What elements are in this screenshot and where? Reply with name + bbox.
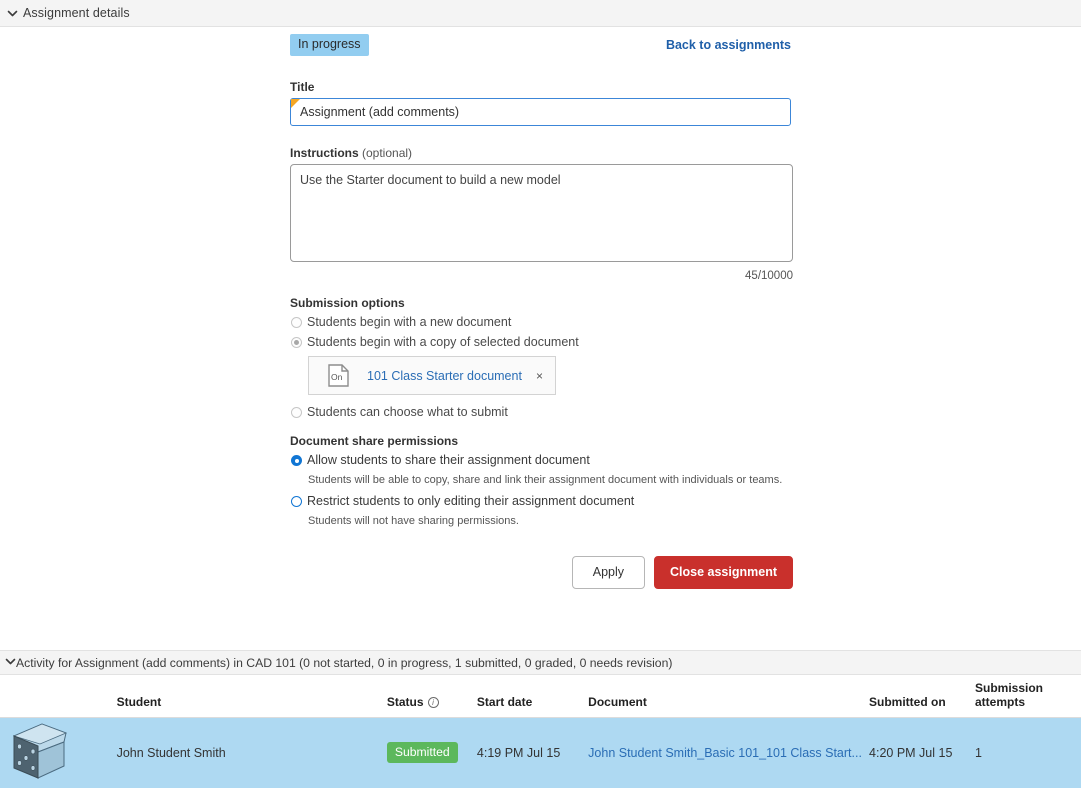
submission-option-new-document-label: Students begin with a new document	[307, 315, 512, 329]
remove-document-icon[interactable]: ×	[536, 369, 543, 383]
instructions-label: Instructions (optional)	[290, 146, 791, 160]
row-submission-attempts: 1	[974, 745, 982, 760]
radio-allow-sharing[interactable]	[291, 455, 302, 466]
character-count: 45/10000	[745, 270, 793, 282]
activity-header-text: Activity for Assignment (add comments) i…	[16, 655, 673, 670]
assignment-details-panel-header[interactable]: Assignment details	[0, 0, 1081, 27]
column-attempts-line2: attempts	[974, 695, 1025, 709]
row-document-cell: John Student Smith_Basic 101_101 Class S…	[588, 718, 869, 788]
row-thumbnail-cell	[0, 718, 117, 788]
title-input-wrapper	[290, 98, 791, 126]
title-input[interactable]	[290, 98, 791, 126]
submission-options-heading: Submission options	[290, 296, 405, 310]
column-status[interactable]: Status i	[386, 675, 477, 718]
submission-option-copy-document[interactable]: Students begin with a copy of selected d…	[290, 335, 791, 350]
radio-new-document	[291, 317, 302, 328]
status-badge: In progress	[290, 34, 369, 56]
submission-option-new-document[interactable]: Students begin with a new document	[290, 315, 791, 330]
activity-table: Student Status i Start date Document Subm…	[0, 675, 1081, 788]
apply-button[interactable]: Apply	[571, 556, 646, 589]
table-row[interactable]: John Student Smith Submitted 4:19 PM Jul…	[0, 717, 1081, 788]
form-actions: Apply Close assignment	[290, 556, 793, 589]
row-submitted-on: 4:20 PM Jul 15	[869, 745, 953, 760]
radio-copy-document	[291, 337, 302, 348]
onshape-document-icon: On	[328, 364, 349, 387]
column-student[interactable]: Student	[116, 675, 387, 718]
column-thumbnail	[0, 675, 117, 718]
column-start-date[interactable]: Start date	[476, 675, 589, 718]
info-icon[interactable]: i	[427, 697, 439, 708]
radio-choose-submission	[291, 407, 302, 418]
share-permission-allow[interactable]: Allow students to share their assignment…	[290, 453, 791, 468]
svg-text:On: On	[331, 372, 343, 382]
radio-restrict-sharing[interactable]	[291, 496, 302, 507]
instructions-label-text: Instructions	[290, 146, 359, 160]
activity-panel-header[interactable]: Activity for Assignment (add comments) i…	[0, 650, 1081, 675]
column-submission-attempts[interactable]: Submission attempts	[974, 675, 1081, 718]
instructions-textarea[interactable]	[290, 164, 793, 262]
column-submitted-on[interactable]: Submitted on	[869, 675, 975, 718]
share-permission-restrict[interactable]: Restrict students to only editing their …	[290, 494, 791, 509]
close-assignment-button[interactable]: Close assignment	[654, 556, 793, 589]
submission-option-choose-label: Students can choose what to submit	[307, 405, 508, 419]
share-permission-allow-description: Students will be able to copy, share and…	[308, 474, 783, 486]
panel-title: Assignment details	[23, 6, 130, 20]
table-header-row: Student Status i Start date Document Subm…	[0, 675, 1081, 718]
selected-document-chip[interactable]: On 101 Class Starter document ×	[308, 356, 556, 395]
share-permission-restrict-label: Restrict students to only editing their …	[307, 494, 635, 508]
column-document[interactable]: Document	[588, 675, 870, 718]
row-student-name: John Student Smith	[116, 745, 226, 760]
submission-option-choose[interactable]: Students can choose what to submit	[290, 405, 791, 420]
column-attempts-line1: Submission	[974, 681, 1043, 695]
row-document-link[interactable]: John Student Smith_Basic 101_101 Class S…	[588, 746, 862, 760]
assignment-form: In progress Back to assignments Title In…	[290, 34, 793, 589]
submission-option-copy-document-label: Students begin with a copy of selected d…	[307, 335, 579, 349]
selected-document-name[interactable]: 101 Class Starter document	[367, 369, 522, 383]
instructions-optional-text: (optional)	[358, 146, 413, 160]
status-and-nav-row: In progress Back to assignments	[290, 34, 791, 60]
share-permissions-heading: Document share permissions	[290, 434, 459, 448]
share-permission-restrict-description: Students will not have sharing permissio…	[308, 515, 519, 527]
cad-part-thumbnail-icon	[0, 723, 78, 787]
title-label: Title	[290, 80, 315, 94]
row-status-cell: Submitted	[386, 718, 477, 788]
back-to-assignments-link[interactable]: Back to assignments	[666, 38, 791, 52]
column-status-label: Status	[386, 695, 424, 709]
chevron-down-icon[interactable]	[5, 6, 20, 21]
share-permission-allow-label: Allow students to share their assignment…	[307, 453, 590, 467]
row-start-date: 4:19 PM Jul 15	[476, 745, 561, 760]
chevron-down-icon[interactable]	[5, 654, 16, 672]
status-badge: Submitted	[386, 742, 458, 764]
